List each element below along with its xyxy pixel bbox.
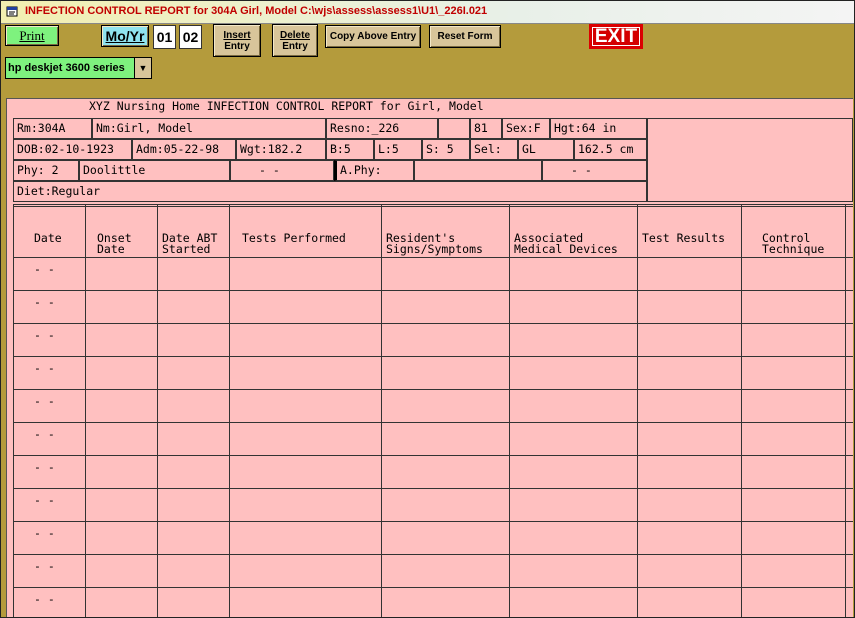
table-row-date[interactable]: - - — [34, 394, 55, 408]
insert-entry-label: Insert Entry — [223, 29, 251, 52]
report-title: XYZ Nursing Home INFECTION CONTROL REPOR… — [89, 99, 484, 113]
month-field[interactable]: 01 — [153, 25, 176, 49]
alt-physician-label: A.Phy: — [334, 160, 414, 181]
print-button[interactable]: Print — [5, 25, 59, 46]
table-row-date[interactable]: - - — [34, 559, 55, 573]
reset-form-label: Reset Form — [437, 31, 493, 42]
table-row-date[interactable]: - - — [34, 295, 55, 309]
admission-field[interactable]: Adm:05-22-98 — [132, 139, 236, 160]
printer-select[interactable]: hp deskjet 3600 series ▼ — [5, 57, 152, 79]
col-header-control-technique: Control Technique — [762, 231, 825, 256]
sex-field[interactable]: Sex:F — [502, 118, 550, 139]
table-row-date[interactable]: - - — [34, 361, 55, 375]
report-form: XYZ Nursing Home INFECTION CONTROL REPOR… — [6, 98, 853, 617]
height-field[interactable]: Hgt:64 in — [550, 118, 647, 139]
name-field[interactable]: Nm:Girl, Model — [92, 118, 326, 139]
physician-number-field[interactable]: Phy: 2 — [13, 160, 79, 181]
b-field[interactable]: B:5 — [326, 139, 374, 160]
sel-label: Sel: — [470, 139, 518, 160]
blank-field[interactable] — [438, 118, 470, 139]
physician-name-field[interactable]: Doolittle — [79, 160, 230, 181]
chevron-down-icon[interactable]: ▼ — [134, 58, 151, 78]
mo-yr-label: Mo/Yr — [105, 27, 145, 44]
room-field[interactable]: Rm:304A — [13, 118, 92, 139]
l-field[interactable]: L:5 — [374, 139, 422, 160]
reset-form-button[interactable]: Reset Form — [429, 25, 501, 48]
height-cm-field[interactable]: 162.5 cm — [574, 139, 647, 160]
table-row-date[interactable]: - - — [34, 427, 55, 441]
table-row-date[interactable]: - - — [34, 592, 55, 606]
resno-field[interactable]: Resno:_226 — [326, 118, 438, 139]
exit-button[interactable]: EXIT — [589, 24, 643, 49]
mo-yr-button[interactable]: Mo/Yr — [101, 25, 149, 47]
col-header-test-results: Test Results — [642, 231, 726, 245]
table-row-date[interactable]: - - — [34, 493, 55, 507]
s-field[interactable]: S: 5 — [422, 139, 470, 160]
table-row-date[interactable]: - - — [34, 328, 55, 342]
info-blank-panel — [647, 118, 853, 202]
copy-above-entry-button[interactable]: Copy Above Entry — [325, 25, 421, 48]
table-row-date[interactable]: - - — [34, 460, 55, 474]
window-title: INFECTION CONTROL REPORT for 304A Girl, … — [25, 5, 488, 17]
age-field[interactable]: 81 — [470, 118, 502, 139]
alt-physician-phone-field[interactable]: - - — [542, 160, 647, 181]
col-header-onset-date: Onset Date — [97, 231, 132, 256]
diet-field[interactable]: Diet:Regular — [13, 181, 647, 202]
print-label: Print — [19, 28, 45, 43]
col-header-tests-performed: Tests Performed — [242, 231, 346, 245]
printer-value: hp deskjet 3600 series — [8, 62, 125, 74]
copy-above-entry-label: Copy Above Entry — [329, 31, 417, 42]
app-icon — [6, 6, 18, 17]
app-window: INFECTION CONTROL REPORT for 304A Girl, … — [0, 0, 855, 618]
delete-entry-label: Delete Entry — [279, 29, 310, 52]
sel-field[interactable]: GL — [518, 139, 574, 160]
col-header-date-abt-started: Date ABT Started — [162, 231, 218, 256]
col-header-date: Date — [34, 231, 62, 245]
dob-field[interactable]: DOB:02-10-1923 — [13, 139, 132, 160]
alt-physician-name-field[interactable] — [414, 160, 542, 181]
col-header-medical-devices: Associated Medical Devices — [514, 231, 618, 256]
physician-phone-field[interactable]: - - — [230, 160, 334, 181]
table-row-date[interactable]: - - — [34, 526, 55, 540]
delete-entry-button[interactable]: Delete Entry — [272, 24, 318, 57]
year-field[interactable]: 02 — [179, 25, 202, 49]
insert-entry-button[interactable]: Insert Entry — [213, 24, 261, 57]
weight-field[interactable]: Wgt:182.2 — [236, 139, 326, 160]
title-bar: INFECTION CONTROL REPORT for 304A Girl, … — [1, 1, 854, 24]
col-header-signs-symptoms: Resident's Signs/Symptoms — [386, 231, 483, 256]
table-row-date[interactable]: - - — [34, 262, 55, 276]
